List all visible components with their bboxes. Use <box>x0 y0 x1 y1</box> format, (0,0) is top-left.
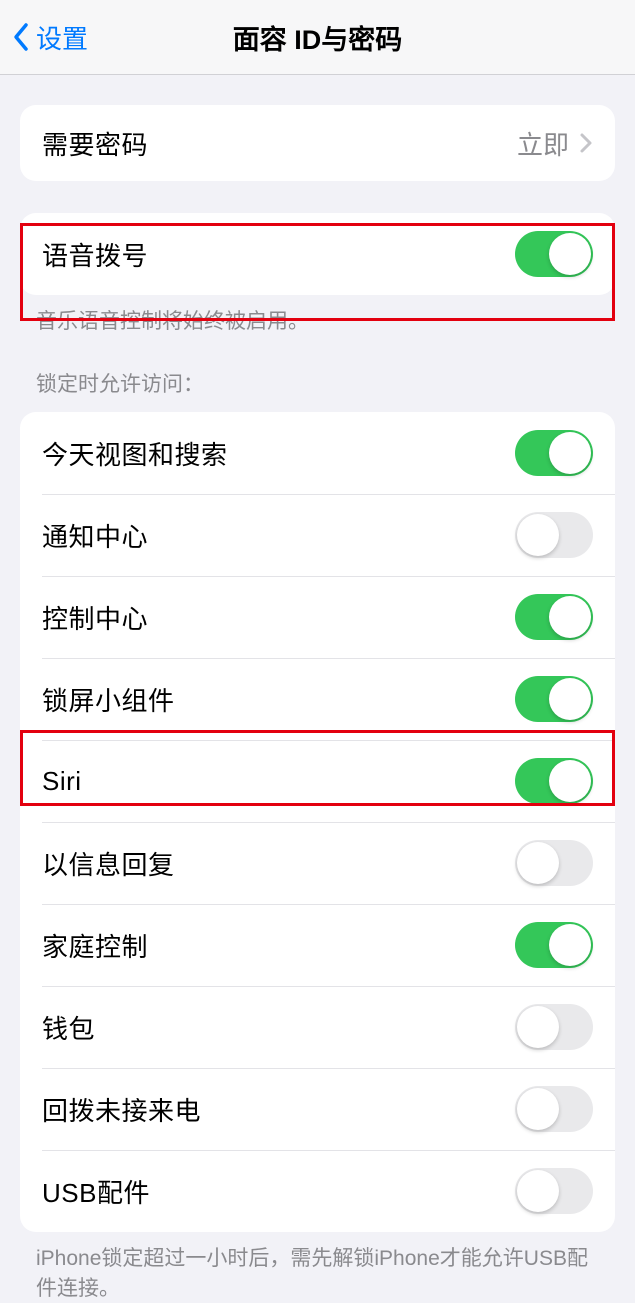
voice-dial-label: 语音拨号 <box>42 236 148 273</box>
home-control-label: 家庭控制 <box>42 927 148 964</box>
chevron-right-icon <box>579 132 593 154</box>
today-view-label: 今天视图和搜索 <box>42 435 228 472</box>
siri-toggle[interactable] <box>515 758 593 804</box>
notification-center-label: 通知中心 <box>42 517 148 554</box>
lock-screen-widgets-label: 锁屏小组件 <box>42 681 175 718</box>
back-label: 设置 <box>36 19 88 56</box>
reply-with-message-toggle[interactable] <box>515 840 593 886</box>
voice-dial-footer: 音乐语音控制将始终被启用。 <box>0 295 635 336</box>
return-missed-calls-row: 回拨未接来电 <box>20 1068 615 1150</box>
back-button[interactable]: 设置 <box>0 19 88 56</box>
require-passcode-value: 立即 <box>517 125 569 162</box>
return-missed-calls-label: 回拨未接来电 <box>42 1091 201 1128</box>
toggle-knob <box>517 842 559 884</box>
usb-accessories-toggle[interactable] <box>515 1168 593 1214</box>
today-view-row: 今天视图和搜索 <box>20 412 615 494</box>
today-view-toggle[interactable] <box>515 430 593 476</box>
navigation-bar: 设置 面容 ID与密码 <box>0 0 635 75</box>
usb-accessories-label: USB配件 <box>42 1173 150 1210</box>
lock-access-header: 锁定时允许访问： <box>0 368 635 406</box>
passcode-group: 需要密码 立即 <box>20 105 615 181</box>
siri-row: Siri <box>20 740 615 822</box>
voice-dial-group: 语音拨号 <box>20 213 615 295</box>
wallet-row: 钱包 <box>20 986 615 1068</box>
toggle-knob <box>517 514 559 556</box>
toggle-knob <box>517 1006 559 1048</box>
home-control-row: 家庭控制 <box>20 904 615 986</box>
wallet-label: 钱包 <box>42 1009 95 1046</box>
toggle-knob <box>549 760 591 802</box>
reply-with-message-row: 以信息回复 <box>20 822 615 904</box>
toggle-knob <box>549 596 591 638</box>
lock-screen-widgets-row: 锁屏小组件 <box>20 658 615 740</box>
usb-footer: iPhone锁定超过一小时后，需先解锁iPhone才能允许USB配件连接。 <box>0 1232 635 1303</box>
reply-with-message-label: 以信息回复 <box>42 845 175 882</box>
toggle-knob <box>517 1170 559 1212</box>
toggle-knob <box>549 924 591 966</box>
lock-access-group: 今天视图和搜索 通知中心 控制中心 锁屏小组件 Siri 以信息回复 家庭控制 <box>20 412 615 1232</box>
require-passcode-row[interactable]: 需要密码 立即 <box>20 105 615 181</box>
home-control-toggle[interactable] <box>515 922 593 968</box>
siri-label: Siri <box>42 766 82 797</box>
toggle-knob <box>517 1088 559 1130</box>
lock-screen-widgets-toggle[interactable] <box>515 676 593 722</box>
notification-center-toggle[interactable] <box>515 512 593 558</box>
usb-accessories-row: USB配件 <box>20 1150 615 1232</box>
chevron-left-icon <box>12 22 30 52</box>
page-title: 面容 ID与密码 <box>0 18 635 57</box>
row-value-wrap: 立即 <box>517 125 593 162</box>
return-missed-calls-toggle[interactable] <box>515 1086 593 1132</box>
wallet-toggle[interactable] <box>515 1004 593 1050</box>
toggle-knob <box>549 432 591 474</box>
notification-center-row: 通知中心 <box>20 494 615 576</box>
voice-dial-toggle[interactable] <box>515 231 593 277</box>
require-passcode-label: 需要密码 <box>42 125 148 162</box>
toggle-knob <box>549 233 591 275</box>
toggle-knob <box>549 678 591 720</box>
control-center-toggle[interactable] <box>515 594 593 640</box>
voice-dial-row: 语音拨号 <box>20 213 615 295</box>
control-center-label: 控制中心 <box>42 599 148 636</box>
control-center-row: 控制中心 <box>20 576 615 658</box>
